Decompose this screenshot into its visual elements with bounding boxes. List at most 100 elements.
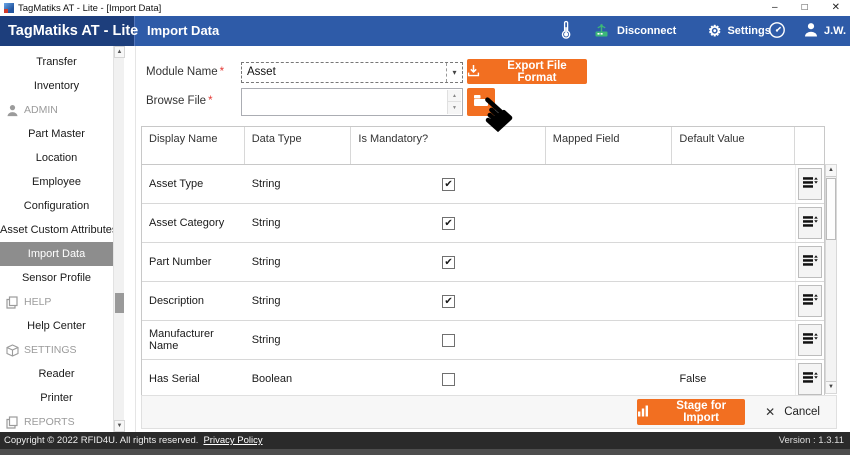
browse-folder-button[interactable]: [467, 88, 495, 116]
sidebar-item-reader[interactable]: Reader: [0, 362, 113, 386]
mandatory-checkbox[interactable]: ✔: [442, 217, 455, 230]
field-options-button[interactable]: [798, 324, 822, 356]
sidebar-item-asset-custom-attributes[interactable]: Asset Custom Attributes: [0, 218, 113, 242]
version-label: Version : 1.3.11: [779, 435, 844, 446]
sidebar-item-reports[interactable]: REPORTS: [0, 410, 113, 434]
table-scroll-thumb[interactable]: [826, 178, 836, 240]
close-button[interactable]: ✕: [832, 0, 840, 16]
table-row: Manufacturer Name String: [142, 321, 824, 360]
cell-display-name: Description: [142, 295, 245, 307]
field-options-button[interactable]: [798, 246, 822, 278]
mandatory-checkbox[interactable]: ✔: [442, 256, 455, 269]
cancel-button[interactable]: ✕ Cancel: [755, 405, 830, 419]
scroll-down-icon[interactable]: ▼: [114, 420, 125, 432]
settings-label: Settings: [727, 25, 770, 37]
sidebar-item-label: Asset Custom Attributes: [0, 224, 117, 236]
mapping-menu-icon: [803, 332, 818, 348]
sidebar-item-inventory[interactable]: Inventory: [0, 74, 113, 98]
sidebar-item-sensor-profile[interactable]: Sensor Profile: [0, 266, 113, 290]
export-file-format-button[interactable]: Export File Format: [467, 59, 587, 84]
cell-data-type: String: [245, 217, 352, 229]
copyright-text: Copyright © 2022 RFID4U. All rights rese…: [4, 435, 198, 446]
stage-for-import-button[interactable]: Stage for Import: [637, 399, 745, 425]
sidebar-item-help-center[interactable]: Help Center: [0, 314, 113, 338]
module-name-label: Module Name*: [146, 66, 224, 78]
disconnect-button[interactable]: Disconnect: [592, 16, 676, 46]
scroll-down-icon[interactable]: ▼: [826, 381, 836, 393]
admin-user-icon: [5, 104, 19, 117]
required-asterisk: *: [208, 95, 212, 107]
folder-icon: [473, 94, 489, 110]
spinner-up-icon[interactable]: ▲: [448, 90, 461, 102]
sidebar-item-label: Transfer: [36, 56, 77, 68]
sidebar-item-part-master[interactable]: Part Master: [0, 122, 113, 146]
browse-file-label: Browse File*: [146, 95, 213, 107]
cell-actions: [795, 165, 824, 203]
sidebar-item-import-data[interactable]: Import Data: [0, 242, 113, 266]
input-spinner[interactable]: ▲ ▼: [447, 90, 461, 114]
pages-icon: [5, 296, 19, 309]
sidebar-item-label: Printer: [40, 392, 72, 404]
required-asterisk: *: [220, 66, 224, 78]
cell-data-type: String: [245, 256, 352, 268]
import-data-panel: Module Name* Asset ▾ Export File Format …: [135, 46, 850, 432]
sidebar-item-label: Import Data: [28, 248, 85, 260]
user-icon: [804, 22, 818, 40]
scroll-up-icon[interactable]: ▲: [114, 46, 125, 58]
field-options-button[interactable]: [798, 285, 822, 317]
field-options-button[interactable]: [798, 207, 822, 239]
window-title: TagMatiks AT - Lite - [Import Data]: [18, 3, 161, 14]
cell-is-mandatory: ✔: [351, 295, 545, 308]
sidebar-item-transfer[interactable]: Transfer: [0, 50, 113, 74]
sidebar-item-employee[interactable]: Employee: [0, 170, 113, 194]
spinner-down-icon[interactable]: ▼: [448, 102, 461, 114]
mandatory-checkbox[interactable]: ✔: [442, 178, 455, 191]
maximize-button[interactable]: □: [802, 0, 808, 16]
table-row: Has Serial Boolean False: [142, 360, 824, 395]
footer-bar: Copyright © 2022 RFID4U. All rights rese…: [0, 432, 850, 449]
brand-logo: TagMatiks AT - Lite: [0, 16, 135, 46]
pages-icon: [5, 416, 19, 429]
sidebar-item-admin[interactable]: ADMIN: [0, 98, 113, 122]
field-options-button[interactable]: [798, 363, 822, 395]
cell-actions: [795, 243, 824, 281]
cell-actions: [795, 321, 824, 359]
sidebar-item-label: HELP: [24, 290, 51, 314]
cell-is-mandatory: [351, 334, 545, 347]
browse-file-input[interactable]: ▲ ▼: [241, 88, 463, 116]
field-options-button[interactable]: [798, 168, 822, 200]
sidebar-item-help[interactable]: HELP: [0, 290, 113, 314]
sidebar-scroll-thumb[interactable]: [115, 293, 124, 313]
dashboard-gauge-button[interactable]: [768, 16, 786, 46]
table-scrollbar[interactable]: ▲ ▼: [825, 164, 837, 394]
cube-icon: [5, 344, 19, 357]
sidebar-item-label: Employee: [32, 176, 81, 188]
sidebar-item-printer[interactable]: Printer: [0, 386, 113, 410]
cell-actions: [795, 282, 824, 320]
column-mapped-field: Mapped Field: [546, 127, 673, 164]
cell-is-mandatory: ✔: [351, 256, 545, 269]
settings-button[interactable]: ⚙ Settings: [708, 16, 771, 46]
mandatory-checkbox[interactable]: [442, 373, 455, 386]
temperature-button[interactable]: [560, 16, 572, 46]
scroll-up-icon[interactable]: ▲: [826, 165, 836, 177]
minimize-button[interactable]: –: [772, 0, 778, 16]
sidebar-scrollbar[interactable]: ▲ ▼: [113, 46, 124, 432]
cell-actions: [795, 360, 824, 395]
sidebar-item-location[interactable]: Location: [0, 146, 113, 170]
sidebar-item-label: Help Center: [27, 320, 86, 332]
module-name-select[interactable]: Asset ▾: [241, 62, 463, 83]
cell-display-name: Part Number: [142, 256, 245, 268]
mandatory-checkbox[interactable]: ✔: [442, 295, 455, 308]
table-row: Description String ✔: [142, 282, 824, 321]
user-menu[interactable]: J.W.: [804, 16, 846, 46]
column-is-mandatory: Is Mandatory?: [351, 127, 545, 164]
mapping-menu-icon: [803, 215, 818, 231]
import-fields-table: Display Name Data Type Is Mandatory? Map…: [141, 126, 825, 396]
mandatory-checkbox[interactable]: [442, 334, 455, 347]
sidebar-item-configuration[interactable]: Configuration: [0, 194, 113, 218]
cell-data-type: String: [245, 295, 352, 307]
sidebar-item-settings[interactable]: SETTINGS: [0, 338, 113, 362]
privacy-policy-link[interactable]: Privacy Policy: [203, 435, 262, 446]
sidebar-item-label: Reader: [38, 368, 74, 380]
